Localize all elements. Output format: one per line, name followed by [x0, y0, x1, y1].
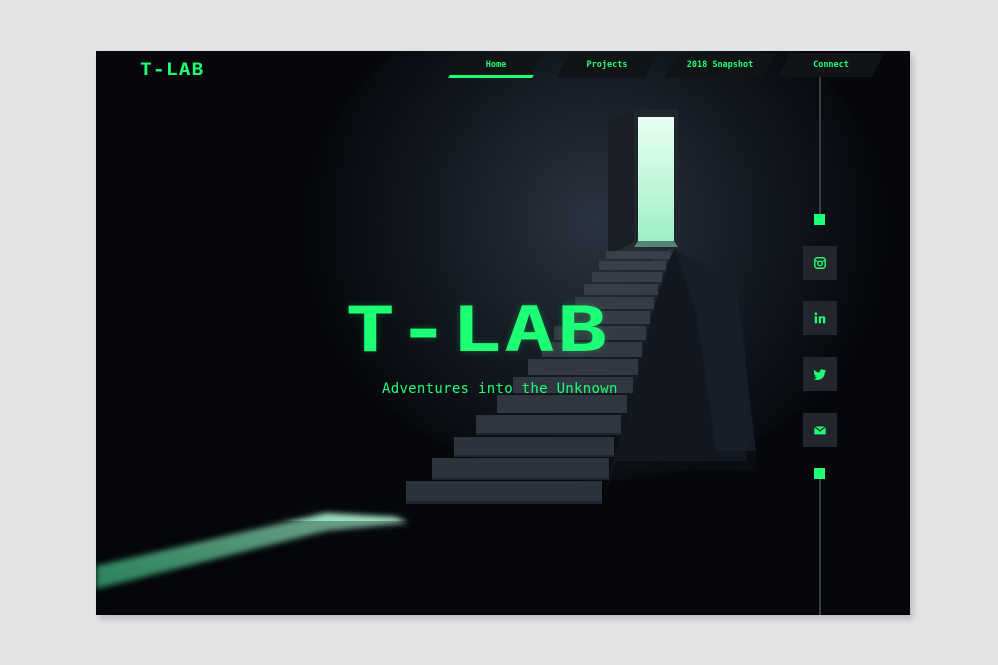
instagram-button[interactable] — [803, 246, 837, 280]
hero-title: T-LAB — [345, 293, 611, 366]
mail-icon — [813, 426, 827, 435]
mail-button[interactable] — [803, 413, 837, 447]
nav-tab-2018-snapshot[interactable]: 2018 Snapshot — [664, 53, 776, 77]
nav-tab-home-label: Home — [485, 60, 507, 70]
active-tab-indicator — [448, 75, 534, 78]
social-rail-node-top — [814, 214, 825, 225]
social-rail-line-bottom — [819, 479, 821, 615]
social-rail-line-top — [819, 77, 821, 214]
linkedin-icon — [814, 312, 826, 324]
nav-tab-2018-snapshot-label: 2018 Snapshot — [686, 60, 754, 70]
nav-tab-connect[interactable]: Connect — [777, 53, 885, 77]
browser-frame: T-LAB Home Projects 2018 Snapshot Connec… — [96, 51, 910, 615]
nav-tab-connect-label: Connect — [813, 60, 849, 70]
nav-tab-home[interactable]: Home — [448, 53, 544, 78]
nav-tab-projects-label: Projects — [586, 60, 628, 70]
twitter-button[interactable] — [803, 357, 837, 391]
linkedin-button[interactable] — [803, 301, 837, 335]
instagram-icon — [814, 257, 826, 269]
hero-subtitle: Adventures into the Unknown — [382, 381, 618, 397]
twitter-icon — [813, 369, 827, 380]
nav-tab-projects[interactable]: Projects — [556, 53, 658, 77]
top-navigation: Home Projects 2018 Snapshot Connect — [96, 51, 910, 79]
social-rail-node-bottom — [814, 468, 825, 479]
